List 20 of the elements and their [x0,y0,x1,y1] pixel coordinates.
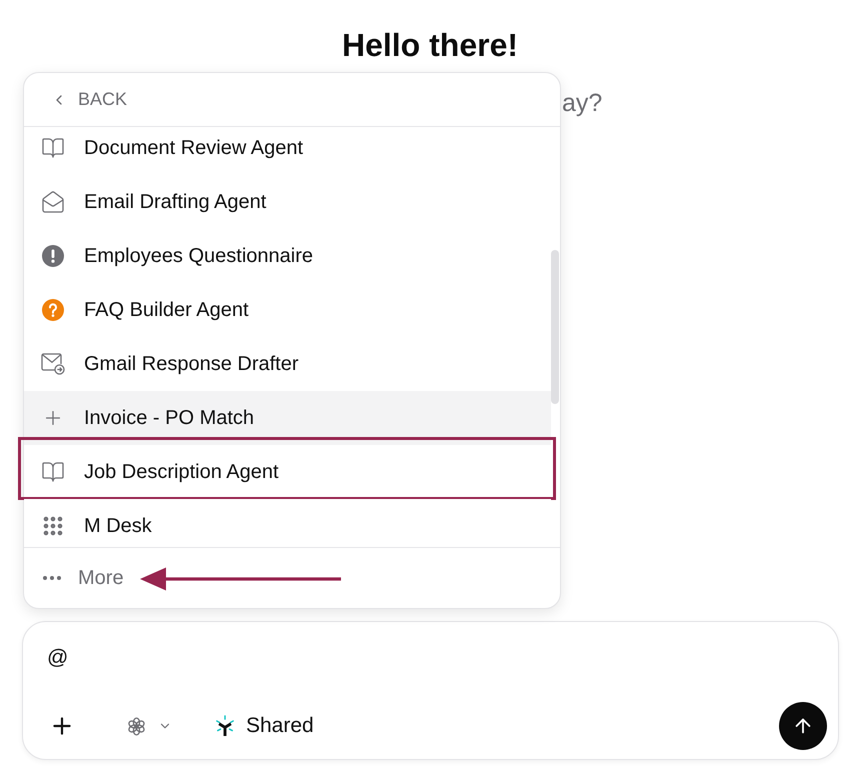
scrollbar-thumb[interactable] [551,250,560,404]
menu-item[interactable]: Invoice - PO Match [24,391,552,445]
envelope-arrow-icon [41,353,65,375]
dot-grid-icon [41,514,65,538]
flower-icon [127,716,146,736]
ellipsis-icon [43,576,61,580]
shared-button[interactable]: Shared [215,706,314,746]
envelope-icon [41,190,65,214]
book-icon [41,136,65,160]
message-input[interactable]: @ [47,644,814,672]
y-shape-icon [215,715,235,737]
more-button[interactable]: More [43,561,124,595]
greeting-heading: Hello there! [342,26,518,65]
question-icon [42,299,64,321]
book-icon [41,460,65,484]
greeting-subtitle: ay? [562,88,602,119]
exclamation-icon [42,245,64,267]
send-button[interactable] [779,702,827,750]
back-button[interactable]: BACK [51,82,128,116]
menu-item[interactable]: M Desk [24,499,552,547]
